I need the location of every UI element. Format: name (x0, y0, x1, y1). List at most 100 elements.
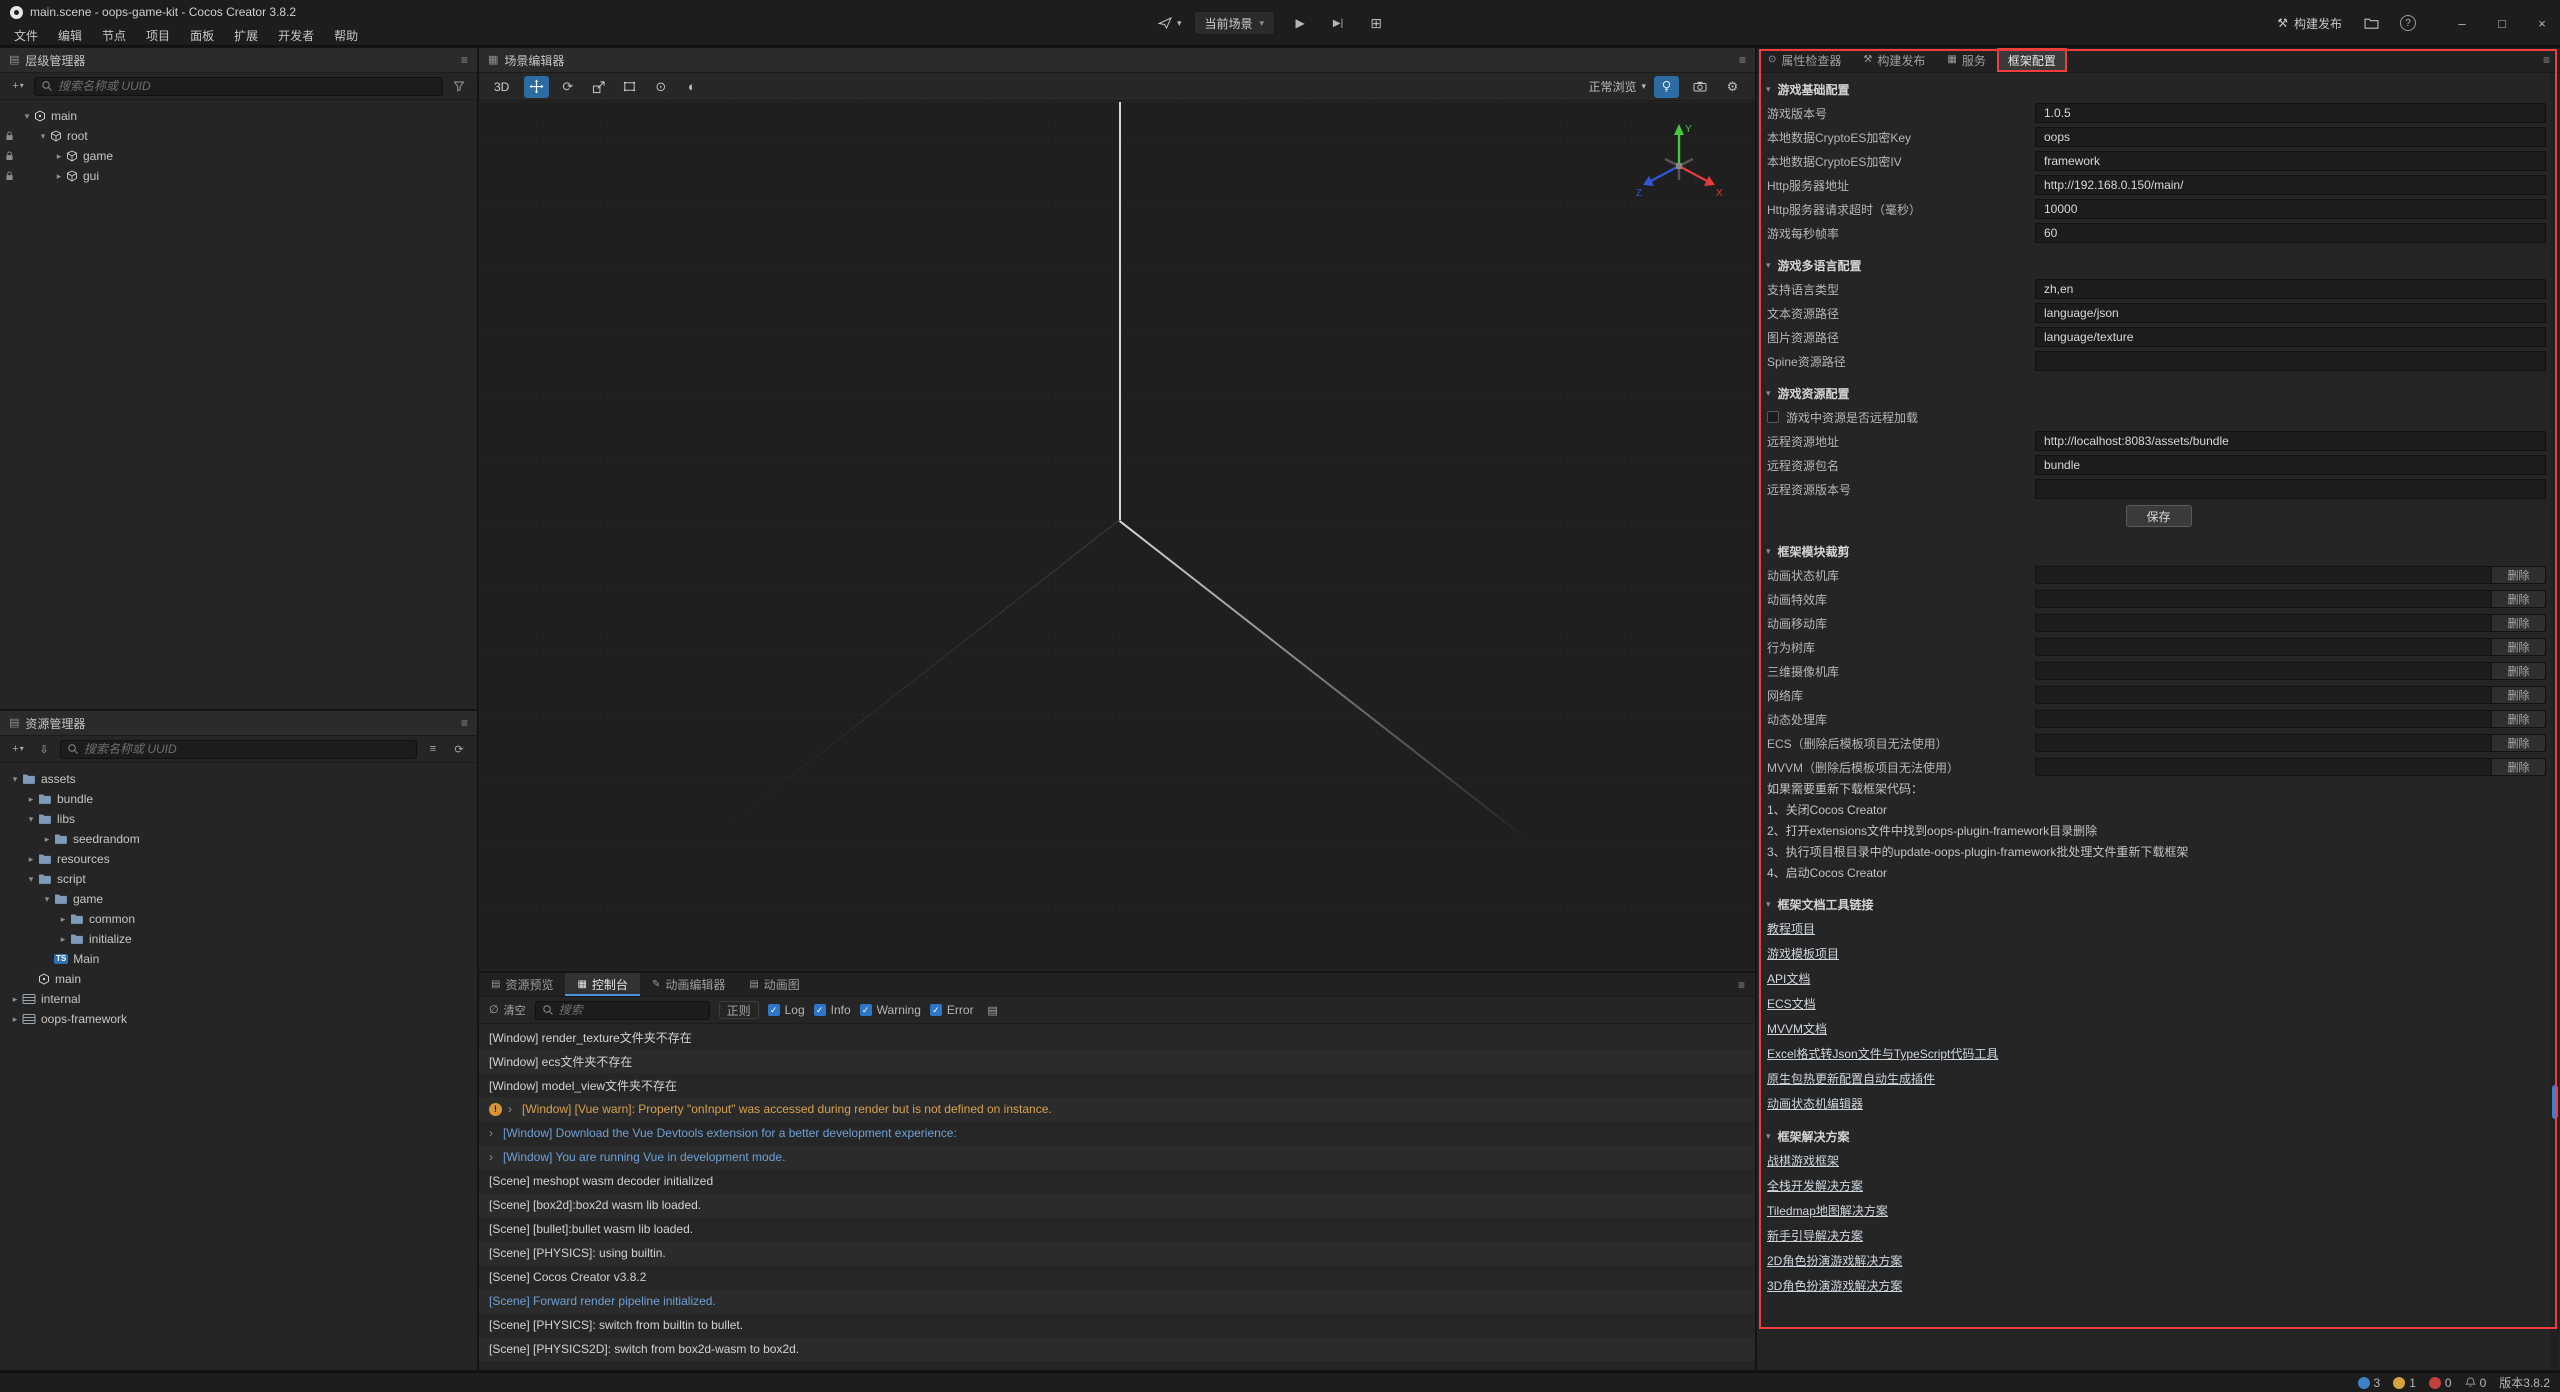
filter-error[interactable]: ✓ Error (930, 1003, 974, 1017)
add-node-button[interactable]: + ▾ (8, 76, 28, 96)
log-row[interactable]: › [Window] Download the Vue Devtools ext… (479, 1121, 1755, 1145)
chevron-right-icon[interactable]: ▸ (24, 795, 38, 804)
pivot-toggle-button[interactable]: ⊙ (648, 76, 673, 98)
chevron-right-icon[interactable]: ▸ (8, 995, 22, 1004)
tab-services[interactable]: ▦ 服务 (1936, 48, 1996, 72)
asset-row-internal[interactable]: ▸ internal (0, 989, 477, 1009)
remote-bundle-input[interactable] (2035, 455, 2546, 475)
menu-project[interactable]: 项目 (136, 27, 180, 44)
hierarchy-node-main[interactable]: ▾ main (0, 106, 477, 126)
mode-3d-button[interactable]: 3D (489, 80, 514, 94)
error-checkbox[interactable]: ✓ (930, 1004, 942, 1016)
chevron-right-icon[interactable]: ▸ (56, 935, 70, 944)
panel-menu-icon[interactable]: ≡ (461, 54, 468, 66)
section-language[interactable]: ▾ 游戏多语言配置 (1757, 253, 2560, 277)
log-row[interactable]: [Window] model_view文件夹不存在 (479, 1073, 1755, 1097)
inspector-scrollbar[interactable] (2551, 73, 2559, 1369)
delete-module-button[interactable]: 删除 (2491, 663, 2545, 679)
asset-row-seedrandom[interactable]: ▸ seedrandom (0, 829, 477, 849)
image-path-input[interactable] (2035, 327, 2546, 347)
delete-module-button[interactable]: 删除 (2491, 567, 2545, 583)
asset-row-oops-framework[interactable]: ▸ oops-framework (0, 1009, 477, 1029)
preview-target-dropdown[interactable]: ▾ (1158, 17, 1182, 29)
lock-icon[interactable] (5, 171, 14, 181)
tab-console[interactable]: ▦ 控制台 (565, 973, 639, 996)
chevron-right-icon[interactable]: ▸ (56, 915, 70, 924)
game-version-input[interactable] (2035, 103, 2546, 123)
menu-panel[interactable]: 面板 (180, 27, 224, 44)
delete-module-button[interactable]: 删除 (2491, 687, 2545, 703)
solution-link-3drpg[interactable]: 3D角色扮演游戏解决方案 (1767, 1277, 1902, 1294)
expand-icon[interactable]: › (489, 1151, 497, 1163)
asset-row-resources[interactable]: ▸ resources (0, 849, 477, 869)
filter-log[interactable]: ✓ Log (768, 1003, 805, 1017)
remote-version-input[interactable] (2035, 479, 2546, 499)
doc-link-excel-tool[interactable]: Excel格式转Json文件与TypeScript代码工具 (1767, 1045, 1998, 1062)
sort-assets-button[interactable]: ≡ (423, 739, 443, 759)
log-row[interactable]: [Scene] Cocos Creator v3.8.2 (479, 1265, 1755, 1289)
log-row[interactable]: [Scene] meshopt wasm decoder initialized (479, 1169, 1755, 1193)
doc-link-ecs[interactable]: ECS文档 (1767, 995, 1816, 1012)
status-error-count[interactable]: 0 (2429, 1376, 2452, 1390)
chevron-down-icon[interactable]: ▾ (40, 895, 54, 904)
menu-help[interactable]: 帮助 (324, 27, 368, 44)
log-row[interactable]: ! › [Window] [Vue warn]: Property "onInp… (479, 1097, 1755, 1121)
menu-file[interactable]: 文件 (4, 27, 48, 44)
assets-header[interactable]: ▤ 资源管理器 ≡ (0, 711, 477, 736)
doc-link-hotupdate-plugin[interactable]: 原生包热更新配置自动生成插件 (1767, 1070, 1935, 1087)
log-row[interactable]: [Window] ecs文件夹不存在 (479, 1049, 1755, 1073)
http-server-input[interactable] (2035, 175, 2546, 195)
chevron-right-icon[interactable]: ▸ (24, 855, 38, 864)
chevron-down-icon[interactable]: ▾ (36, 132, 50, 141)
status-notifications[interactable]: 0 (2465, 1376, 2487, 1390)
chevron-right-icon[interactable]: ▸ (40, 835, 54, 844)
doc-link-mvvm[interactable]: MVVM文档 (1767, 1020, 1827, 1037)
text-path-input[interactable] (2035, 303, 2546, 323)
scene-settings-button[interactable]: ⚙ (1720, 76, 1745, 98)
doc-link-tutorial[interactable]: 教程项目 (1767, 920, 1815, 937)
menu-developer[interactable]: 开发者 (268, 27, 324, 44)
section-resource[interactable]: ▾ 游戏资源配置 (1757, 381, 2560, 405)
delete-module-button[interactable]: 删除 (2491, 711, 2545, 727)
assets-search-input[interactable] (84, 742, 410, 756)
tab-animation-editor[interactable]: ✎ 动画编辑器 (640, 973, 737, 996)
open-folder-button[interactable] (2358, 11, 2384, 35)
crypto-key-input[interactable] (2035, 127, 2546, 147)
save-button[interactable]: 保存 (2126, 505, 2192, 527)
chevron-down-icon[interactable]: ▾ (8, 775, 22, 784)
console-search-input[interactable] (559, 1003, 703, 1017)
collapse-logs-button[interactable]: ▤ (983, 1000, 1003, 1020)
refresh-assets-button[interactable]: ⟳ (449, 739, 469, 759)
doc-link-animator-editor[interactable]: 动画状态机编辑器 (1767, 1095, 1863, 1112)
lighting-toggle-button[interactable] (1654, 76, 1679, 98)
warning-checkbox[interactable]: ✓ (860, 1004, 872, 1016)
solution-link-chess[interactable]: 战棋游戏框架 (1767, 1152, 1839, 1169)
rotate-tool-button[interactable]: ⟳ (555, 76, 580, 98)
delete-module-button[interactable]: 删除 (2491, 615, 2545, 631)
asset-row-script[interactable]: ▾ script (0, 869, 477, 889)
orientation-gizmo[interactable]: Y X Z (1631, 120, 1727, 212)
chevron-down-icon[interactable]: ▾ (24, 875, 38, 884)
section-game-basic[interactable]: ▾ 游戏基础配置 (1757, 77, 2560, 101)
panel-menu-icon[interactable]: ≡ (1739, 54, 1746, 66)
coordinate-toggle-button[interactable]: ◐ (679, 76, 704, 98)
solution-link-2drpg[interactable]: 2D角色扮演游戏解决方案 (1767, 1252, 1902, 1269)
expand-icon[interactable]: › (508, 1103, 516, 1115)
filter-warning[interactable]: ✓ Warning (860, 1003, 921, 1017)
build-publish-button[interactable]: ⚒ 构建发布 (2277, 15, 2342, 32)
http-timeout-input[interactable] (2035, 199, 2546, 219)
doc-link-template[interactable]: 游戏模板项目 (1767, 945, 1839, 962)
asset-row-main-scene[interactable]: main (0, 969, 477, 989)
delete-module-button[interactable]: 删除 (2491, 735, 2545, 751)
panel-menu-icon[interactable]: ≡ (2533, 48, 2560, 72)
log-row[interactable]: [Scene] [PHYSICS]: using builtin. (479, 1241, 1755, 1265)
tab-property-inspector[interactable]: ⊙ 属性检查器 (1757, 48, 1852, 72)
solution-link-fullstack[interactable]: 全栈开发解决方案 (1767, 1177, 1863, 1194)
info-checkbox[interactable]: ✓ (814, 1004, 826, 1016)
menu-edit[interactable]: 编辑 (48, 27, 92, 44)
scene-selector-dropdown[interactable]: 当前场景 ▾ (1194, 11, 1276, 35)
expand-icon[interactable]: › (489, 1127, 497, 1139)
chevron-right-icon[interactable]: ▸ (52, 152, 66, 161)
filter-button[interactable] (449, 76, 469, 96)
log-row[interactable]: [Scene] [PHYSICS]: switch from builtin t… (479, 1313, 1755, 1337)
